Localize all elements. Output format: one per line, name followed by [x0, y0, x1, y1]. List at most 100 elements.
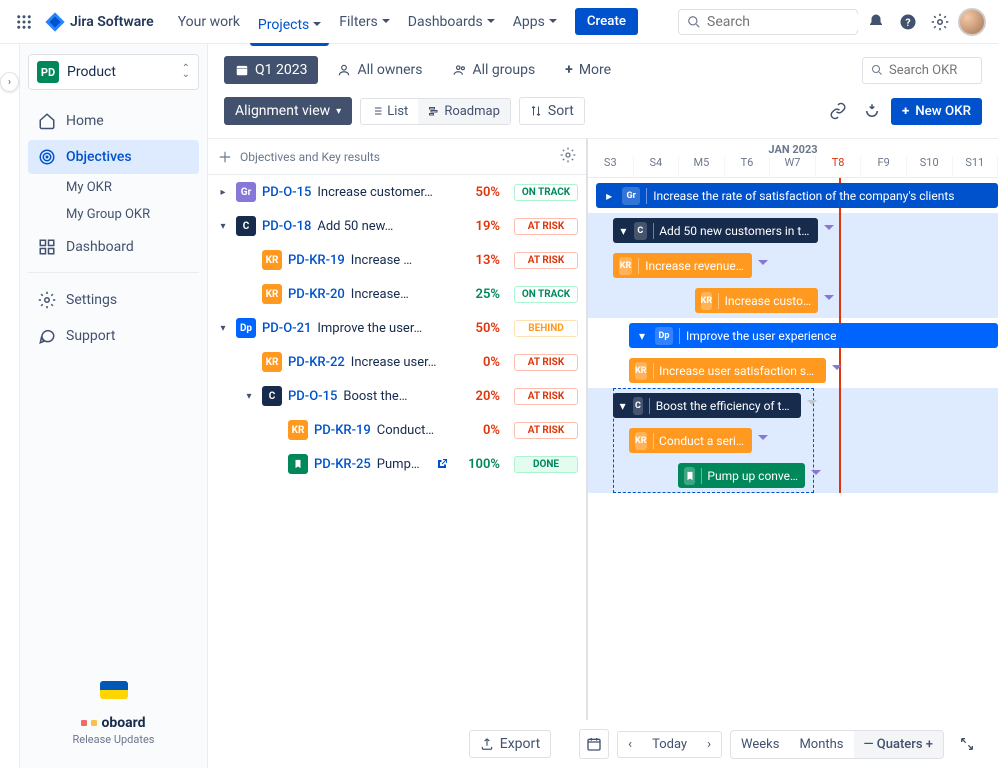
- expand-all-icon[interactable]: [218, 150, 232, 164]
- okr-row[interactable]: KRPD-KR-19 Increase …13%AT RISK: [208, 243, 586, 277]
- okr-row[interactable]: ▾CPD-O-18 Add 50 new…19%AT RISK: [208, 209, 586, 243]
- scale-months[interactable]: Months: [789, 731, 853, 758]
- status-badge: AT RISK: [514, 218, 578, 235]
- bar-label: Conduct a series of training …: [659, 434, 746, 448]
- help-icon[interactable]: ?: [894, 8, 922, 36]
- bar-chevron-icon[interactable]: ▾: [619, 399, 627, 413]
- link-icon[interactable]: [823, 96, 853, 126]
- scale-weeks[interactable]: Weeks: [731, 731, 789, 758]
- nav-projects[interactable]: Projects: [250, 11, 329, 46]
- timeline-month: JAN 2023: [588, 139, 998, 156]
- expand-chevron-icon[interactable]: ▸: [216, 187, 230, 198]
- new-okr-button[interactable]: +New OKR: [891, 98, 982, 125]
- view-selector[interactable]: Alignment view ▾: [224, 97, 352, 125]
- timeline-bar[interactable]: ▾DpImprove the user experience: [629, 323, 998, 348]
- bar-chevron-icon[interactable]: ▾: [619, 224, 629, 238]
- owners-filter[interactable]: All owners: [326, 56, 433, 84]
- sidebar-item-home[interactable]: Home: [28, 104, 199, 138]
- apps-menu-icon[interactable]: [12, 10, 36, 34]
- timeline-bar[interactable]: Pump up conversion rate by…: [678, 463, 805, 488]
- okr-key[interactable]: PD-KR-25: [314, 457, 371, 472]
- bar-chevron-icon[interactable]: ▸: [602, 189, 616, 203]
- timeline-day-header: S3: [588, 156, 634, 177]
- okr-key[interactable]: PD-O-15: [288, 389, 337, 404]
- okr-key[interactable]: PD-KR-20: [288, 287, 345, 302]
- bar-label: Pump up conversion rate by…: [707, 469, 799, 483]
- more-filters[interactable]: + More: [554, 56, 622, 84]
- timeline-bar[interactable]: ▸GrIncrease the rate of satisfaction of …: [596, 183, 998, 208]
- nav-apps[interactable]: Apps: [505, 8, 565, 36]
- scale-quarters[interactable]: — Quaters +: [854, 731, 943, 758]
- project-selector[interactable]: PD Product ⌃⌄: [28, 54, 199, 90]
- bar-type-badge: Dp: [655, 327, 673, 345]
- sidebar-item-settings[interactable]: Settings: [28, 283, 199, 317]
- sidebar-item-support[interactable]: Support: [28, 319, 199, 353]
- timeline-bar[interactable]: KRConduct a series of training …: [629, 428, 752, 453]
- view-list[interactable]: List: [361, 99, 418, 124]
- okr-row[interactable]: KRPD-KR-22 Increase user…0%AT RISK: [208, 345, 586, 379]
- bar-type-badge: KR: [635, 362, 647, 380]
- okr-row[interactable]: KRPD-KR-19 Conduct…0%AT RISK: [208, 413, 586, 447]
- sidebar-item-dashboard[interactable]: Dashboard: [28, 230, 199, 264]
- okr-row[interactable]: ▸GrPD-O-15 Increase customer…50%ON TRACK: [208, 175, 586, 209]
- dashboard-icon: [38, 238, 56, 256]
- expand-chevron-icon[interactable]: ▾: [216, 323, 230, 334]
- today-next[interactable]: ›: [697, 732, 721, 757]
- type-badge: KR: [262, 250, 282, 270]
- bar-marker-icon: [758, 260, 768, 270]
- timeline-bar[interactable]: ▾CBoost the efficiency of the sales team…: [613, 393, 802, 418]
- groups-filter[interactable]: All groups: [442, 56, 547, 84]
- release-updates-link[interactable]: Release Updates: [28, 733, 199, 746]
- status-badge: AT RISK: [514, 354, 578, 371]
- okr-search-input[interactable]: [889, 63, 973, 78]
- expand-chevron-icon[interactable]: ▾: [216, 221, 230, 232]
- search-input[interactable]: [707, 14, 885, 30]
- okr-row[interactable]: ▾CPD-O-15 Boost the…20%AT RISK: [208, 379, 586, 413]
- sort-button[interactable]: Sort: [519, 97, 585, 125]
- view-roadmap[interactable]: Roadmap: [418, 99, 510, 124]
- global-search[interactable]: [678, 9, 858, 35]
- okr-row[interactable]: KRPD-KR-20 Increase…25%ON TRACK: [208, 277, 586, 311]
- create-button[interactable]: Create: [575, 8, 638, 35]
- type-badge: Gr: [236, 182, 256, 202]
- bar-marker-icon: [824, 295, 834, 305]
- timeline-bar[interactable]: ▾CAdd 50 new customers in the next quart…: [613, 218, 818, 243]
- today-button[interactable]: Today: [642, 732, 697, 757]
- external-link-icon[interactable]: [436, 457, 450, 471]
- timeline-day-header: T6: [725, 156, 771, 177]
- okr-row[interactable]: PD-KR-25 Pump…100%DONE: [208, 447, 586, 481]
- settings-icon[interactable]: [926, 8, 954, 36]
- user-avatar[interactable]: [958, 8, 986, 36]
- okr-key[interactable]: PD-O-15: [262, 185, 311, 200]
- oboard-logo[interactable]: oboard: [28, 715, 199, 731]
- okr-key[interactable]: PD-KR-22: [288, 355, 345, 370]
- sidebar-item-my-group-okr[interactable]: My Group OKR: [28, 201, 199, 228]
- roadmap-icon: [428, 105, 440, 117]
- okr-row[interactable]: ▾DpPD-O-21 Improve the user…50%BEHIND: [208, 311, 586, 345]
- okr-key[interactable]: PD-KR-19: [314, 423, 371, 438]
- sidebar-item-my-okr[interactable]: My OKR: [28, 174, 199, 201]
- calendar-picker-button[interactable]: [579, 729, 609, 759]
- okr-key[interactable]: PD-O-18: [262, 219, 311, 234]
- today-prev[interactable]: ‹: [618, 732, 642, 757]
- export-button[interactable]: Export: [469, 730, 551, 758]
- expand-chevron-icon[interactable]: ▾: [242, 391, 256, 402]
- okr-key[interactable]: PD-KR-19: [288, 253, 345, 268]
- okr-key[interactable]: PD-O-21: [262, 321, 311, 336]
- okr-search[interactable]: [862, 57, 982, 84]
- nav-filters[interactable]: Filters: [331, 8, 398, 36]
- refresh-icon[interactable]: [857, 96, 887, 126]
- nav-dashboards[interactable]: Dashboards: [400, 8, 503, 36]
- timeline-bar[interactable]: KRIncrease user satisfaction score by at…: [629, 358, 826, 383]
- column-settings-icon[interactable]: [560, 147, 576, 166]
- expand-sidebar-button[interactable]: ›: [0, 72, 19, 92]
- sidebar-item-objectives[interactable]: Objectives: [28, 140, 199, 174]
- fullscreen-button[interactable]: [952, 729, 982, 759]
- notifications-icon[interactable]: [862, 8, 890, 36]
- timeline-bar[interactable]: KRIncrease revenue by 20%: [613, 253, 752, 278]
- nav-your-work[interactable]: Your work: [170, 8, 248, 36]
- jira-logo[interactable]: Jira Software: [44, 11, 154, 33]
- period-selector[interactable]: Q1 2023: [224, 56, 318, 84]
- timeline-bar[interactable]: KRIncrease customer retention…: [695, 288, 818, 313]
- bar-chevron-icon[interactable]: ▾: [635, 329, 649, 343]
